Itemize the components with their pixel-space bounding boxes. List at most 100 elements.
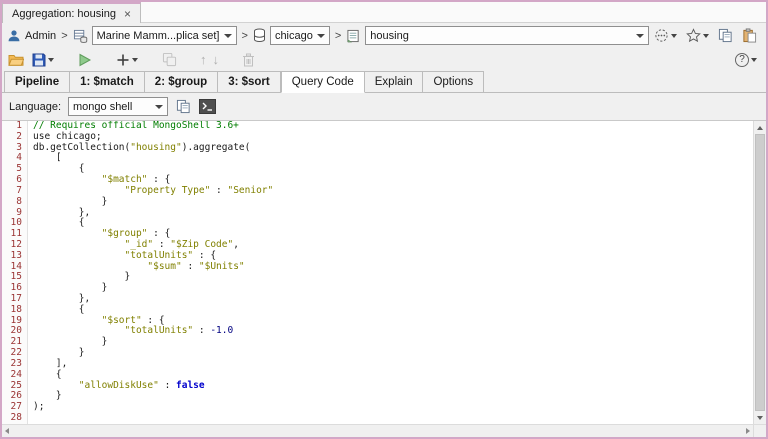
breadcrumb-separator: > (241, 30, 249, 42)
connection-dropdown[interactable]: Marine Mamm...plica set] (92, 26, 237, 45)
query-code-editor: 1// Requires official MongoShell 3.6+2us… (2, 121, 766, 437)
doc-tab-label: Aggregation: housing (12, 8, 116, 20)
code-text (28, 413, 33, 424)
tab-2-group[interactable]: 2: $group (145, 71, 218, 93)
code-line[interactable]: 9 }, (2, 208, 753, 219)
line-number: 13 (2, 251, 28, 262)
connection-dropdown-value: Marine Mamm...plica set] (97, 30, 220, 42)
scroll-right-icon[interactable] (746, 428, 750, 434)
actions-toolbar-right: ? (734, 52, 761, 68)
database-dropdown-value: chicago (275, 30, 313, 42)
help-button[interactable]: ? (734, 52, 758, 68)
favorites-button[interactable] (685, 27, 710, 44)
chevron-down-icon (155, 105, 163, 109)
save-button[interactable] (31, 52, 55, 68)
copy-code-button[interactable] (175, 98, 192, 115)
connection-toolbar: Admin > Marine Mamm...plica set] > chica… (2, 23, 766, 48)
code-line[interactable]: 7 "Property Type" : "Senior" (2, 186, 753, 197)
open-in-shell-button[interactable] (199, 99, 216, 114)
line-number: 6 (2, 175, 28, 186)
code-line[interactable]: 28 (2, 413, 753, 424)
run-button[interactable] (77, 52, 93, 68)
scroll-left-icon[interactable] (5, 428, 9, 434)
tab-3-sort[interactable]: 3: $sort (218, 71, 281, 93)
scroll-down-button[interactable] (754, 411, 766, 424)
line-number: 4 (2, 153, 28, 164)
tab-1-match[interactable]: 1: $match (70, 71, 145, 93)
language-dropdown-value: mongo shell (73, 101, 132, 113)
scroll-up-button[interactable] (754, 121, 766, 134)
copy-button[interactable] (717, 27, 734, 44)
code-text: ); (28, 402, 44, 413)
code-line[interactable]: 27); (2, 402, 753, 413)
add-stage-button[interactable] (115, 52, 139, 68)
code-lines[interactable]: 1// Requires official MongoShell 3.6+2us… (2, 121, 753, 424)
chevron-down-icon (636, 34, 644, 38)
code-line[interactable]: 26 } (2, 391, 753, 402)
actions-toolbar: ↑ ↓ ? (2, 48, 766, 71)
scroll-up-icon (757, 126, 763, 130)
line-number: 8 (2, 197, 28, 208)
code-line[interactable]: 4 [ (2, 153, 753, 164)
language-bar: Language: mongo shell (2, 93, 766, 121)
tab-aggregation-housing[interactable]: Aggregation: housing × (2, 2, 141, 23)
collection-combobox-value: housing (370, 30, 409, 42)
query-history-button[interactable] (653, 27, 678, 44)
chevron-down-icon (224, 34, 232, 38)
code-line[interactable]: 17 }, (2, 294, 753, 305)
code-line[interactable]: 1// Requires official MongoShell 3.6+ (2, 121, 753, 132)
code-line[interactable]: 3db.getCollection("housing").aggregate( (2, 143, 753, 154)
breadcrumb-separator: > (60, 30, 68, 42)
database-dropdown[interactable]: chicago (270, 26, 330, 45)
breadcrumb-separator: > (334, 30, 342, 42)
chevron-down-icon (671, 34, 677, 38)
code-line[interactable]: 22 } (2, 348, 753, 359)
tab-options[interactable]: Options (423, 71, 484, 93)
duplicate-stage-button[interactable] (161, 51, 178, 68)
chevron-down-icon (48, 58, 54, 62)
language-dropdown[interactable]: mongo shell (68, 97, 168, 116)
paste-button[interactable] (741, 27, 758, 44)
line-number: 18 (2, 305, 28, 316)
scrollbar-thumb[interactable] (755, 134, 765, 411)
line-number: 3 (2, 143, 28, 154)
tab-explain[interactable]: Explain (365, 71, 424, 93)
code-line[interactable]: 20 "totalUnits" : -1.0 (2, 326, 753, 337)
code-line[interactable]: 25 "allowDiskUse" : false (2, 381, 753, 392)
code-line[interactable]: 15 } (2, 272, 753, 283)
chevron-down-icon (751, 58, 757, 62)
line-number: 24 (2, 370, 28, 381)
close-icon[interactable]: × (124, 8, 131, 20)
collection-icon (346, 29, 361, 43)
line-number: 28 (2, 413, 28, 424)
open-button[interactable] (7, 52, 25, 68)
line-number: 7 (2, 186, 28, 197)
move-down-button[interactable]: ↓ (213, 53, 220, 66)
database-icon (253, 28, 266, 43)
line-number: 2 (2, 132, 28, 143)
pipeline-tabbar: Pipeline1: $match2: $group3: $sortQuery … (2, 71, 766, 93)
vertical-scrollbar[interactable] (753, 121, 766, 437)
code-line[interactable]: 21 } (2, 337, 753, 348)
tab-query-code[interactable]: Query Code (281, 71, 365, 93)
code-line[interactable]: 16 } (2, 283, 753, 294)
user-label: Admin (25, 30, 56, 42)
help-icon: ? (735, 53, 749, 67)
document-tabstrip: Aggregation: housing × (2, 2, 766, 23)
chevron-down-icon (132, 58, 138, 62)
code-line[interactable]: 8 } (2, 197, 753, 208)
chevron-down-icon (317, 34, 325, 38)
scroll-down-icon (757, 416, 763, 420)
line-number: 5 (2, 164, 28, 175)
language-label: Language: (9, 101, 61, 113)
collection-combobox[interactable]: housing (365, 26, 649, 45)
move-up-button[interactable]: ↑ (200, 53, 207, 66)
app-window: Aggregation: housing × Admin > Marine Ma… (0, 0, 768, 439)
replica-set-icon (73, 29, 88, 43)
connection-toolbar-right (653, 27, 761, 44)
user-icon (7, 29, 21, 43)
tab-pipeline[interactable]: Pipeline (4, 71, 70, 93)
delete-stage-button[interactable] (241, 52, 256, 68)
horizontal-scrollbar[interactable] (2, 424, 753, 437)
code-line[interactable]: 23 ], (2, 359, 753, 370)
